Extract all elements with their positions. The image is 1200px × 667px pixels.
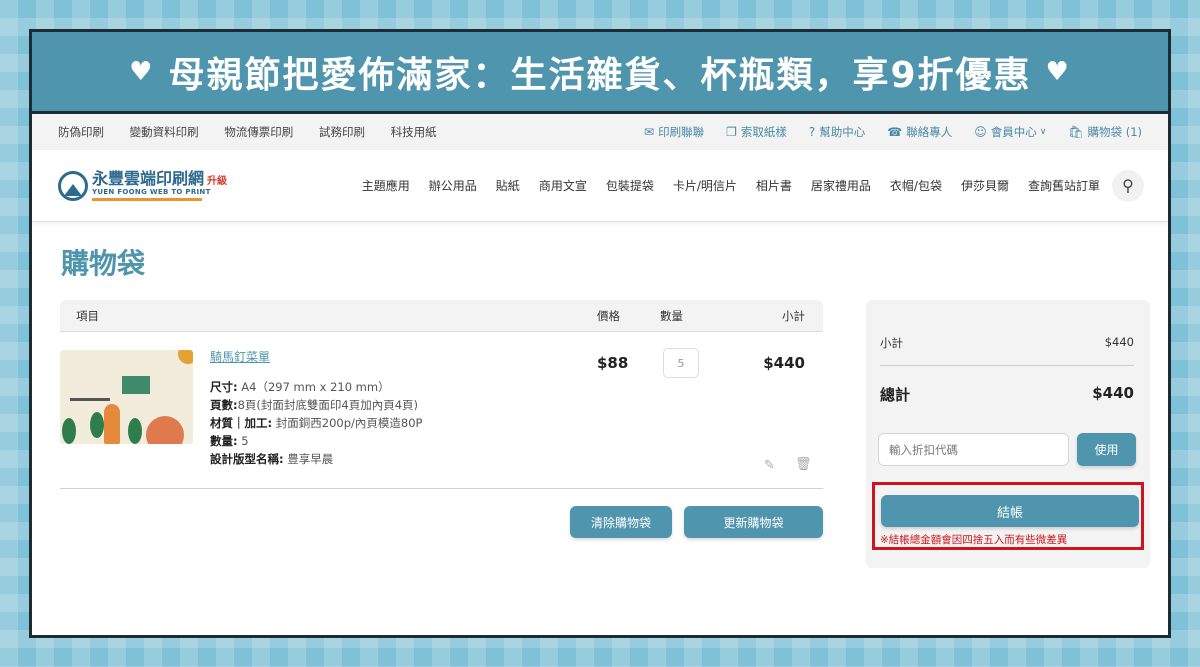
nav-old-orders[interactable]: 查詢舊站訂單 <box>1028 177 1100 194</box>
summary-total-value: $440 <box>1092 384 1134 402</box>
product-thumbnail[interactable] <box>60 350 193 444</box>
item-price: $88 <box>597 354 629 372</box>
divider <box>880 365 1134 366</box>
header-item: 項目 <box>76 308 99 323</box>
order-summary: 小計 $440 總計 $440 輸入折扣代碼 使用 結帳 ※結帳總金額會因四捨五… <box>866 300 1150 568</box>
logo-badge: 升級 <box>207 175 228 187</box>
heart-icon: ♥ <box>129 56 155 87</box>
utility-links: ✉ 印刷聯聯 ❐ 索取紙樣 ? 幫助中心 ☎ 聯絡專人 ☺ 會員中心 ∨ 🛍 購… <box>622 124 1142 140</box>
nav-cards[interactable]: 卡片/明信片 <box>673 177 737 194</box>
site-logo[interactable]: 永豐雲端印刷網 升級 YUEN FOONG WEB TO PRINT <box>58 168 228 201</box>
apply-coupon-button[interactable]: 使用 <box>1077 433 1136 466</box>
util-member-label: 會員中心 <box>990 125 1037 139</box>
main-menu: 主題應用 辦公用品 貼紙 商用文宣 包裝提袋 卡片/明信片 相片書 居家禮用品 … <box>343 169 1144 202</box>
spec-material: 材質｜加工: 封面銅西200p/內頁模造80P <box>210 416 423 430</box>
header-qty: 數量 <box>660 308 683 323</box>
page-title: 購物袋 <box>61 247 146 280</box>
summary-subtotal-value: $440 <box>1104 335 1134 349</box>
util-contact[interactable]: ☎ 聯絡專人 <box>887 124 952 140</box>
product-specs: 尺寸: A4（297 mm x 210 mm） 頁數:8頁(封面封底雙面印4頁加… <box>210 378 422 468</box>
product-name-link[interactable]: 騎馬釘菜單 <box>210 348 270 365</box>
summary-subtotal: 小計 $440 <box>880 335 1134 350</box>
header-subtotal: 小計 <box>782 308 805 323</box>
update-cart-button[interactable]: 更新購物袋 <box>684 506 823 538</box>
table-row: 騎馬釘菜單 尺寸: A4（297 mm x 210 mm） 頁數:8頁(封面封底… <box>60 332 823 489</box>
header-price: 價格 <box>597 308 620 323</box>
nav-photobook[interactable]: 相片書 <box>756 177 792 194</box>
toplink-logistics[interactable]: 物流傳票印刷 <box>224 125 293 139</box>
nav-apparel[interactable]: 衣帽/包袋 <box>890 177 942 194</box>
nav-home-gifts[interactable]: 居家禮用品 <box>811 177 871 194</box>
clear-cart-button[interactable]: 清除購物袋 <box>570 506 672 538</box>
spec-size: 尺寸: A4（297 mm x 210 mm） <box>210 380 390 394</box>
nav-isabelle[interactable]: 伊莎貝爾 <box>961 177 1009 194</box>
nav-business-print[interactable]: 商用文宣 <box>539 177 587 194</box>
toplink-anticounterfeit[interactable]: 防偽印刷 <box>58 125 104 139</box>
checkout-button[interactable]: 結帳 <box>881 495 1139 527</box>
coupon-input[interactable]: 輸入折扣代碼 <box>878 433 1069 466</box>
util-cart[interactable]: 🛍 購物袋 (1) <box>1068 124 1142 140</box>
spec-design: 設計版型名稱: 豊享早晨 <box>210 452 334 466</box>
util-chat-label: 印刷聯聯 <box>658 125 705 139</box>
chat-icon: ✉ <box>644 125 655 139</box>
toplink-exam[interactable]: 試務印刷 <box>319 125 365 139</box>
spec-quantity: 數量: 5 <box>210 434 249 448</box>
promo-banner[interactable]: ♥ 母親節把愛佈滿家：生活雜貨、杯瓶類，享9折優惠 ♥ <box>32 32 1168 114</box>
quantity-field[interactable]: 5 <box>663 348 699 378</box>
cart-table: 項目 價格 數量 小計 騎馬釘菜單 尺寸: A4（297 mm x 210 mm… <box>60 300 823 538</box>
item-subtotal: $440 <box>763 354 805 372</box>
nav-packaging[interactable]: 包裝提袋 <box>606 177 654 194</box>
summary-total: 總計 $440 <box>880 384 1134 404</box>
nav-office[interactable]: 辦公用品 <box>429 177 477 194</box>
nav-theme[interactable]: 主題應用 <box>362 177 410 194</box>
headset-icon: ☎ <box>887 125 903 139</box>
edit-icon[interactable]: ✎ <box>764 458 775 473</box>
logo-mark-icon <box>58 170 88 201</box>
top-links: 防偽印刷 變動資料印刷 物流傳票印刷 試務印刷 科技用紙 <box>58 124 459 140</box>
util-help-label: 幫助中心 <box>819 125 866 139</box>
main-navbar: 永豐雲端印刷網 升級 YUEN FOONG WEB TO PRINT 主題應用 辦… <box>32 150 1168 222</box>
util-paper-sample-label: 索取紙樣 <box>740 125 787 139</box>
util-help[interactable]: ? 幫助中心 <box>809 124 865 140</box>
trash-icon[interactable]: 🗑 <box>795 457 812 472</box>
nav-sticker[interactable]: 貼紙 <box>496 177 520 194</box>
top-utility-bar: 防偽印刷 變動資料印刷 物流傳票印刷 試務印刷 科技用紙 ✉ 印刷聯聯 ❐ 索取… <box>32 114 1168 150</box>
heart-icon: ♥ <box>1045 56 1071 87</box>
help-icon: ? <box>808 125 816 139</box>
toplink-variable-data[interactable]: 變動資料印刷 <box>130 125 199 139</box>
user-icon: ☺ <box>974 125 987 139</box>
bag-icon: 🛍 <box>1068 125 1084 139</box>
chevron-down-icon: ∨ <box>1039 127 1047 137</box>
search-icon[interactable]: ⚲ <box>1112 169 1144 202</box>
banner-text: 母親節把愛佈滿家：生活雜貨、杯瓶類，享9折優惠 <box>168 54 1032 96</box>
paper-sample-icon: ❐ <box>726 125 737 139</box>
util-cart-label: 購物袋 (1) <box>1087 125 1142 139</box>
toplink-tech-paper[interactable]: 科技用紙 <box>391 125 437 139</box>
util-contact-label: 聯絡專人 <box>906 125 953 139</box>
checkout-highlight: 結帳 ※結帳總金額會因四捨五入而有些微差異 <box>872 482 1144 550</box>
logo-en: YUEN FOONG WEB TO PRINT <box>92 187 211 196</box>
logo-arrow <box>92 197 202 201</box>
logo-text: 永豐雲端印刷網 升級 YUEN FOONG WEB TO PRINT <box>92 168 228 201</box>
spec-pages: 頁數:8頁(封面封底雙面印4頁加內頁4頁) <box>210 398 419 412</box>
page-frame: ♥ 母親節把愛佈滿家：生活雜貨、杯瓶類，享9折優惠 ♥ 防偽印刷 變動資料印刷 … <box>29 29 1171 638</box>
checkout-note: ※結帳總金額會因四捨五入而有些微差異 <box>880 534 1068 546</box>
util-paper-sample[interactable]: ❐ 索取紙樣 <box>726 124 787 140</box>
util-chat[interactable]: ✉ 印刷聯聯 <box>644 124 704 140</box>
util-member[interactable]: ☺ 會員中心 ∨ <box>974 124 1046 140</box>
logo-cn: 永豐雲端印刷網 <box>92 168 205 188</box>
cart-header: 項目 價格 數量 小計 <box>60 300 823 332</box>
